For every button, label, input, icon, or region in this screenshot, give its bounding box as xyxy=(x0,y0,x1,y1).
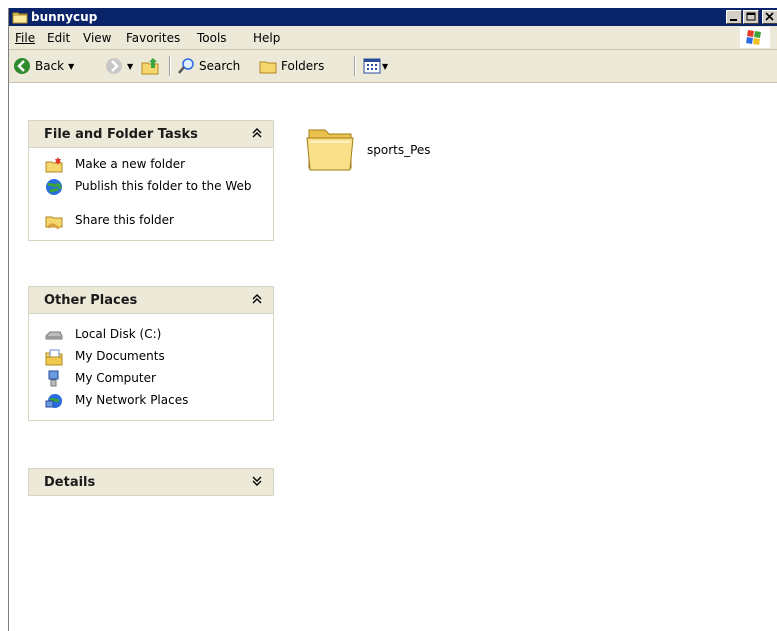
toolbar-separator xyxy=(169,56,171,76)
folder-name: sports_Pes xyxy=(367,143,431,157)
menu-help[interactable]: Help xyxy=(253,31,280,45)
menu-tools-label: Tools xyxy=(197,31,227,45)
back-label: Back xyxy=(35,59,65,73)
menu-edit-label: Edit xyxy=(47,31,71,45)
place-label: My Network Places xyxy=(75,393,189,407)
file-folder-tasks-panel: File and Folder Tasks Make a new folder … xyxy=(28,120,274,241)
forward-arrow-icon xyxy=(106,58,122,74)
expand-chevron-icon[interactable] xyxy=(251,474,263,488)
chevron-down-icon: ▼ xyxy=(382,61,389,71)
minimize-button[interactable] xyxy=(726,10,742,24)
collapse-chevron-icon[interactable] xyxy=(251,292,263,306)
chevron-down-icon: ▼ xyxy=(68,61,75,71)
panel-header[interactable]: File and Folder Tasks xyxy=(28,120,274,148)
publish-web-icon xyxy=(46,179,62,195)
panel-body: Local Disk (C:) My Documents My Computer… xyxy=(28,314,274,421)
place-label: My Computer xyxy=(75,371,156,385)
toolbar-separator xyxy=(354,56,356,76)
share-folder-icon xyxy=(45,216,63,230)
place-label: My Documents xyxy=(75,349,165,363)
my-computer-icon xyxy=(48,370,59,387)
panel-title: Details xyxy=(44,475,96,490)
collapse-chevron-icon[interactable] xyxy=(251,126,263,140)
forward-button[interactable]: ▼ xyxy=(105,56,133,76)
views-icon xyxy=(363,58,381,74)
title-bar[interactable]: bunnycup xyxy=(9,8,777,26)
task-share-folder[interactable]: Share this folder xyxy=(29,210,273,232)
panel-title: File and Folder Tasks xyxy=(44,127,198,142)
other-places-panel: Other Places Local Disk (C:) My Document… xyxy=(28,286,274,421)
back-button[interactable]: Back ▼ xyxy=(13,56,74,76)
menu-file-label: File xyxy=(15,31,36,45)
task-label: Make a new folder xyxy=(75,157,186,171)
toolbar: Back ▼ ▼ Search Folders ▼ xyxy=(9,50,777,83)
place-label: Local Disk (C:) xyxy=(75,327,162,341)
up-folder-button[interactable] xyxy=(141,56,161,76)
folder-icon xyxy=(306,129,354,171)
window-title: bunnycup xyxy=(31,10,98,24)
panel-title: Other Places xyxy=(44,293,138,308)
network-places-icon xyxy=(45,394,62,408)
menu-tools[interactable]: Tools xyxy=(197,31,227,45)
menu-bar: File Edit View Favorites Tools Help xyxy=(9,26,777,50)
folder-icon xyxy=(12,10,28,24)
panel-body: Make a new folder Publish this folder to… xyxy=(28,148,274,241)
task-label: Publish this folder to the Web xyxy=(75,179,252,193)
folders-button[interactable]: Folders xyxy=(259,56,324,76)
task-label: Share this folder xyxy=(75,213,174,227)
local-disk-icon xyxy=(45,331,63,340)
search-icon xyxy=(178,58,194,74)
chevron-down-icon: ▼ xyxy=(127,61,134,71)
search-button[interactable]: Search xyxy=(177,56,240,76)
back-arrow-icon xyxy=(14,58,30,74)
windows-logo-icon xyxy=(740,27,770,48)
my-documents-icon xyxy=(45,349,63,366)
close-button[interactable] xyxy=(762,10,777,24)
search-label: Search xyxy=(199,59,241,73)
up-folder-icon xyxy=(141,58,159,75)
views-button[interactable]: ▼ xyxy=(363,56,388,76)
details-panel: Details xyxy=(28,468,274,496)
new-folder-icon xyxy=(45,157,63,173)
menu-favorites-label: Favorites xyxy=(126,31,181,45)
panel-header[interactable]: Other Places xyxy=(28,286,274,314)
menu-view-label: View xyxy=(83,31,112,45)
task-pane: File and Folder Tasks Make a new folder … xyxy=(9,83,291,631)
place-local-disk[interactable]: Local Disk (C:) xyxy=(29,324,273,346)
menu-view[interactable]: View xyxy=(83,31,111,45)
folder-item[interactable]: sports_Pes xyxy=(305,124,455,180)
menu-edit[interactable]: Edit xyxy=(47,31,70,45)
folders-label: Folders xyxy=(281,59,325,73)
menu-file[interactable]: File xyxy=(15,31,35,45)
maximize-button[interactable] xyxy=(743,10,759,24)
menu-favorites[interactable]: Favorites xyxy=(126,31,180,45)
place-my-documents[interactable]: My Documents xyxy=(29,346,273,368)
panel-header[interactable]: Details xyxy=(28,468,274,496)
folders-icon xyxy=(259,61,277,74)
place-my-computer[interactable]: My Computer xyxy=(29,368,273,390)
menu-help-label: Help xyxy=(253,31,281,45)
explorer-window: bunnycup File Edit View Favorites Tools … xyxy=(8,8,777,631)
task-publish-web[interactable]: Publish this folder to the Web xyxy=(29,176,273,210)
place-network-places[interactable]: My Network Places xyxy=(29,390,273,412)
task-make-new-folder[interactable]: Make a new folder xyxy=(29,154,273,176)
